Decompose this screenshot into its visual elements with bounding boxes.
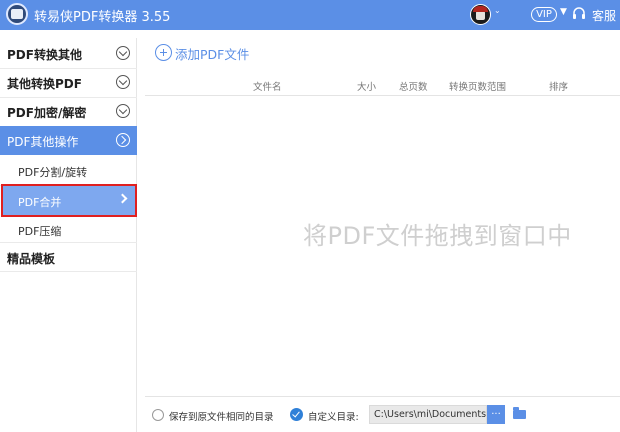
support-button[interactable]: 客服 (592, 7, 616, 24)
sidebar-item-other-to-pdf[interactable]: 其他转换PDF (0, 68, 137, 97)
save-same-dir-radio[interactable] (152, 409, 164, 421)
headset-icon[interactable] (572, 7, 586, 21)
sidebar: PDF转换其他 其他转换PDF PDF加密/解密 PDF其他操作 PDF分割/旋… (0, 38, 137, 432)
open-folder-icon[interactable] (513, 407, 526, 419)
sidebar-item-label: 其他转换PDF (7, 77, 82, 91)
save-same-dir-label[interactable]: 保存到原文件相同的目录 (169, 409, 274, 423)
column-header-pages[interactable]: 总页数 (399, 79, 428, 93)
sidebar-subitem-merge[interactable]: PDF合并 (1, 184, 137, 217)
sidebar-item-pdf-other-ops[interactable]: PDF其他操作 (0, 126, 137, 155)
divider (0, 271, 137, 272)
app-title: 转易侠PDF转换器 3.55 (34, 10, 171, 25)
sidebar-item-pdf-encrypt[interactable]: PDF加密/解密 (0, 97, 137, 126)
avatar-dropdown-icon[interactable]: ⌄ (494, 6, 501, 15)
chevron-down-icon (116, 104, 130, 118)
title-bar: 转易侠PDF转换器 3.55 ⌄ VIP ▼ 客服 (0, 0, 620, 30)
file-table-header: 文件名 大小 总页数 转换页数范围 排序 (145, 74, 620, 96)
chevron-down-icon (116, 46, 130, 60)
chevron-right-icon (116, 133, 130, 147)
sidebar-item-label: PDF其他操作 (7, 135, 79, 149)
sidebar-subitem-split-rotate[interactable]: PDF分割/旋转 (0, 156, 137, 185)
sidebar-item-templates[interactable]: 精品模板 (0, 243, 137, 272)
sidebar-subitem-label: PDF分割/旋转 (18, 166, 88, 179)
browse-button[interactable]: ... (487, 405, 505, 424)
sidebar-item-label: PDF加密/解密 (7, 106, 87, 120)
column-header-filename[interactable]: 文件名 (253, 79, 282, 93)
chevron-down-icon (116, 75, 130, 89)
column-header-page-range[interactable]: 转换页数范围 (449, 79, 506, 93)
vip-badge[interactable]: VIP (531, 7, 557, 22)
add-pdf-label: 添加PDF文件 (175, 47, 250, 62)
user-avatar[interactable] (470, 4, 491, 25)
drop-zone-hint: 将PDF文件拖拽到窗口中 (303, 222, 572, 250)
plus-circle-icon (155, 44, 172, 61)
main-panel: 添加PDF文件 文件名 大小 总页数 转换页数范围 排序 将PDF文件拖拽到窗口… (145, 30, 620, 432)
vip-dropdown-icon[interactable]: ▼ (560, 7, 567, 17)
sidebar-item-label: PDF转换其他 (7, 48, 82, 62)
chevron-right-icon (117, 193, 128, 204)
sidebar-item-pdf-to-other[interactable]: PDF转换其他 (0, 39, 137, 68)
sidebar-subitem-label: PDF压缩 (18, 225, 62, 238)
sidebar-subitem-compress[interactable]: PDF压缩 (0, 215, 137, 244)
sidebar-subitem-label: PDF合并 (18, 196, 62, 209)
output-path-field[interactable]: C:\Users\mi\Documents... (369, 405, 487, 424)
app-logo-icon (6, 3, 28, 25)
custom-dir-radio[interactable] (290, 408, 303, 421)
output-settings-bar: 保存到原文件相同的目录 自定义目录: C:\Users\mi\Documents… (145, 396, 620, 432)
column-header-size[interactable]: 大小 (357, 79, 376, 93)
custom-dir-label[interactable]: 自定义目录: (308, 409, 359, 423)
column-header-order[interactable]: 排序 (549, 79, 568, 93)
sidebar-item-label: 精品模板 (7, 252, 56, 266)
